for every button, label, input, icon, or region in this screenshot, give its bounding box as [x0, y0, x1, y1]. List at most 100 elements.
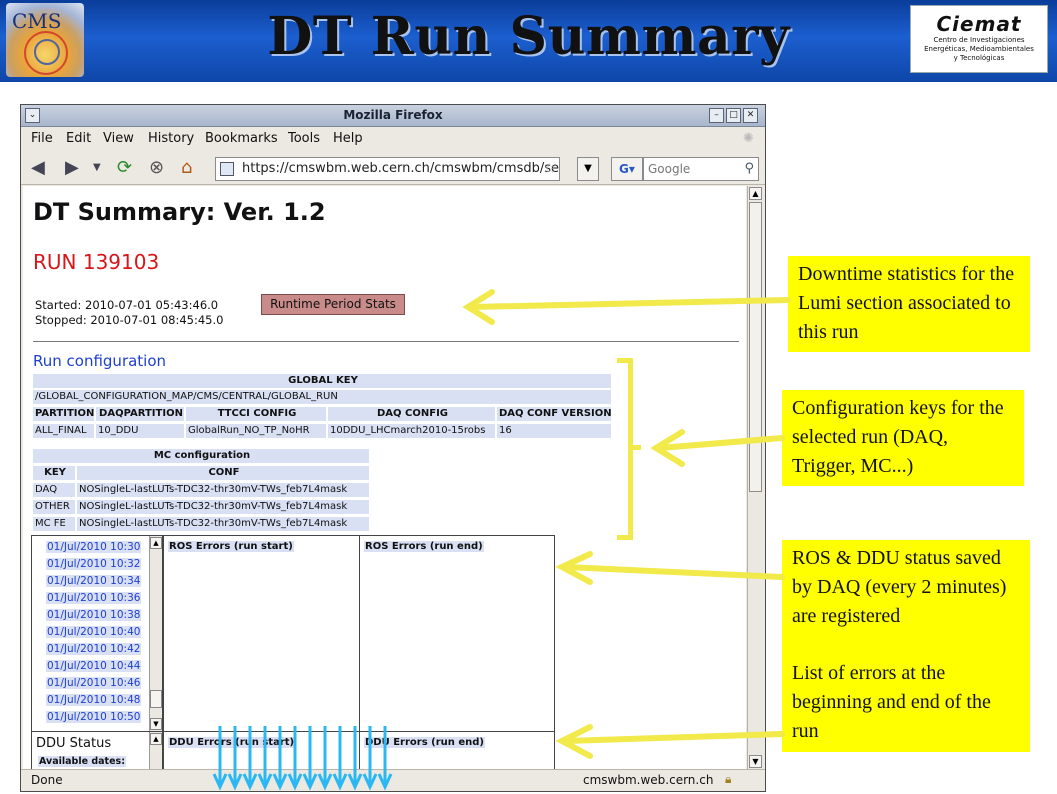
bookmark-star-icon[interactable]: ☆ — [543, 158, 556, 180]
site-favicon-icon — [220, 162, 234, 176]
navigation-toolbar: ◀ ▶ ▼ ⟳ ⊗ ⌂ https://cmswbm.web.cern.ch/c… — [21, 151, 765, 185]
menu-view[interactable]: View — [103, 131, 134, 146]
ddu-errors-start-frame: DDU Errors (run start) — [163, 731, 360, 769]
google-icon: G — [619, 162, 629, 176]
ros-date-item[interactable]: 01/Jul/2010 10:40 — [46, 626, 142, 638]
available-dates-label: Available dates: — [38, 756, 126, 767]
mc-row-key: OTHER — [33, 500, 75, 514]
ros-errors-start-frame: ROS Errors (run start) — [163, 535, 360, 732]
partition-header: PARTITION — [33, 407, 94, 421]
ros-dates-scrollbar[interactable]: ▲ ▼ — [149, 536, 162, 731]
slide-title: DT Run Summary — [267, 6, 790, 67]
search-engine-selector[interactable]: G▾ — [611, 157, 643, 181]
ciemat-logo-sub-1: Centro de Investigaciones — [933, 36, 1025, 44]
ros-errors-end-frame: ROS Errors (run end) — [359, 535, 555, 732]
menu-bookmarks[interactable]: Bookmarks — [205, 131, 278, 146]
page-content: DT Summary: Ver. 1.2 RUN 139103 Started:… — [23, 186, 746, 769]
forward-icon[interactable]: ▶ — [65, 158, 79, 178]
firefox-window: ⌄ Mozilla Firefox – □ ✕ File Edit View H… — [20, 104, 766, 792]
ddu-status-title: DDU Status — [36, 736, 112, 751]
search-input[interactable]: Google ⚲ — [643, 157, 759, 181]
daqpartition-header: DAQPARTITION — [96, 407, 184, 421]
url-dropdown-button[interactable]: ▼ — [577, 157, 599, 181]
page-heading: DT Summary: Ver. 1.2 — [33, 198, 326, 226]
mc-key-header: KEY — [33, 466, 75, 480]
search-placeholder: Google — [648, 162, 691, 176]
ros-date-item[interactable]: 01/Jul/2010 10:38 — [46, 609, 142, 621]
page-scrollbar[interactable]: ▲ ▼ — [747, 186, 763, 769]
ciemat-logo-name: Ciemat — [936, 12, 1022, 36]
url-bar[interactable]: https://cmswbm.web.cern.ch/cmswbm/cmsdb/… — [215, 157, 560, 181]
scroll-thumb[interactable] — [150, 690, 162, 708]
mc-configuration-header: MC configuration — [33, 449, 369, 463]
ros-date-item[interactable]: 01/Jul/2010 10:32 — [46, 558, 142, 570]
ros-date-item[interactable]: 01/Jul/2010 10:48 — [46, 694, 142, 706]
title-banner: CMS DT Run Summary Ciemat Centro de Inve… — [0, 0, 1057, 82]
padlock-icon: 🔒︎ — [725, 772, 732, 786]
window-titlebar[interactable]: ⌄ Mozilla Firefox – □ ✕ — [21, 105, 765, 127]
note-ros-ddu-line2: List of errors at the beginning and end … — [792, 662, 991, 742]
ddu-dates-scrollbar[interactable]: ▲ — [149, 732, 162, 769]
scroll-down-icon[interactable]: ▼ — [749, 755, 762, 768]
throbber-icon: ✺ — [743, 131, 754, 146]
maximize-icon[interactable]: □ — [726, 108, 741, 123]
ttcci-config-header: TTCCI CONFIG — [186, 407, 326, 421]
search-icon[interactable]: ⚲ — [744, 158, 754, 180]
scroll-thumb[interactable] — [749, 202, 762, 492]
global-key-value: /GLOBAL_CONFIGURATION_MAP/CMS/CENTRAL/GL… — [33, 390, 611, 404]
partition-value: ALL_FINAL — [33, 424, 94, 438]
run-configuration-heading: Run configuration — [33, 352, 167, 370]
ciemat-logo-sub-3: y Tecnológicas — [953, 54, 1005, 62]
ddu-errors-start-title: DDU Errors (run start) — [168, 737, 296, 748]
home-icon[interactable]: ⌂ — [181, 158, 192, 178]
history-dropdown-icon[interactable]: ▼ — [93, 158, 101, 178]
mc-row-key: MC FE — [33, 517, 75, 531]
started-time: Started: 2010-07-01 05:43:46.0 — [35, 298, 219, 312]
note-config-keys: Configuration keys for the selected run … — [782, 390, 1024, 486]
mc-row-conf: NOSingleL-lastLUTs-TDC32-thr30mV-TWs_feb… — [77, 483, 369, 497]
stop-icon[interactable]: ⊗ — [149, 158, 164, 178]
mc-row-conf: NOSingleL-lastLUTs-TDC32-thr30mV-TWs_feb… — [77, 500, 369, 514]
reload-icon[interactable]: ⟳ — [117, 158, 132, 178]
ciemat-logo-sub-2: Energéticas, Medioambientales — [924, 45, 1034, 53]
ros-date-item[interactable]: 01/Jul/2010 10:44 — [46, 660, 142, 672]
mc-conf-header: CONF — [77, 466, 369, 480]
run-number: RUN 139103 — [33, 250, 160, 274]
menu-tools[interactable]: Tools — [288, 131, 320, 146]
mc-row-conf: NOSingleL-lastLUTs-TDC32-thr30mV-TWs_feb… — [77, 517, 369, 531]
back-icon[interactable]: ◀ — [31, 158, 45, 178]
daq-conf-version-value: 16 — [497, 424, 611, 438]
ros-date-item[interactable]: 01/Jul/2010 10:34 — [46, 575, 142, 587]
scroll-down-icon[interactable]: ▼ — [150, 718, 162, 730]
ros-date-item[interactable]: 01/Jul/2010 10:50 — [46, 711, 142, 723]
note-ros-ddu: ROS & DDU status saved by DAQ (every 2 m… — [782, 540, 1030, 752]
ros-date-item[interactable]: 01/Jul/2010 10:30 — [46, 541, 142, 553]
menu-file[interactable]: File — [31, 131, 53, 146]
window-title: Mozilla Firefox — [343, 108, 443, 122]
note-ros-ddu-line1: ROS & DDU status saved by DAQ (every 2 m… — [792, 547, 1007, 627]
ddu-status-frame: DDU Status Available dates: ▲ — [31, 731, 163, 769]
ddu-errors-end-frame: DDU Errors (run end) — [359, 731, 555, 769]
scroll-up-icon[interactable]: ▲ — [150, 733, 162, 745]
scroll-up-icon[interactable]: ▲ — [150, 537, 162, 549]
ddu-errors-end-title: DDU Errors (run end) — [364, 737, 485, 748]
url-text: https://cmswbm.web.cern.ch/cmswbm/cmsdb/… — [242, 161, 560, 176]
ttcci-config-value: GlobalRun_NO_TP_NoHR — [186, 424, 326, 438]
ros-date-item[interactable]: 01/Jul/2010 10:42 — [46, 643, 142, 655]
slide: CMS DT Run Summary Ciemat Centro de Inve… — [0, 0, 1057, 794]
ciemat-logo: Ciemat Centro de Investigaciones Energét… — [910, 5, 1048, 73]
ros-date-item[interactable]: 01/Jul/2010 10:36 — [46, 592, 142, 604]
config-bracket-tick — [631, 445, 641, 450]
ros-date-item[interactable]: 01/Jul/2010 10:46 — [46, 677, 142, 689]
ros-dates-frame: 01/Jul/2010 10:30 01/Jul/2010 10:32 01/Jul… — [31, 535, 163, 732]
menu-help[interactable]: Help — [333, 131, 363, 146]
daq-config-header: DAQ CONFIG — [328, 407, 495, 421]
menu-history[interactable]: History — [148, 131, 194, 146]
close-icon[interactable]: ✕ — [743, 108, 758, 123]
minimize-icon[interactable]: – — [709, 108, 724, 123]
menu-edit[interactable]: Edit — [66, 131, 91, 146]
scroll-up-icon[interactable]: ▲ — [749, 187, 762, 200]
status-text: Done — [31, 773, 63, 787]
runtime-period-stats-button[interactable]: Runtime Period Stats — [261, 294, 405, 315]
ros-errors-start-title: ROS Errors (run start) — [168, 541, 294, 552]
